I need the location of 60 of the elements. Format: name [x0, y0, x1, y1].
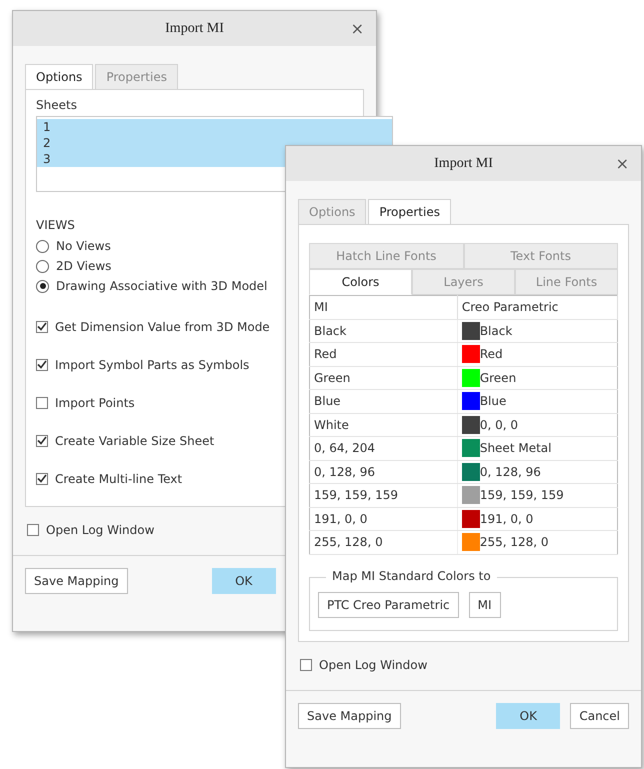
- table-cell: 255, 128, 0: [480, 535, 549, 550]
- checkbox[interactable]: [36, 434, 48, 447]
- table-cell: 255, 128, 0: [314, 535, 383, 550]
- checkbox[interactable]: [27, 524, 39, 536]
- dialog-button[interactable]: Save Mapping: [25, 568, 128, 594]
- dialog-button[interactable]: Save Mapping: [298, 702, 401, 728]
- checkbox-label: Create Multi-line Text: [55, 472, 182, 486]
- checkbox[interactable]: [36, 396, 48, 409]
- table-cell: Red: [480, 347, 503, 362]
- checkbox-label: Open Log Window: [46, 523, 154, 537]
- window-title: Import MI: [434, 156, 493, 172]
- table-cell: White: [314, 418, 349, 432]
- table-cell: 191, 0, 0: [480, 512, 534, 526]
- table-cell: Black: [314, 324, 346, 338]
- group-title: Map MI Standard Colors to: [326, 568, 497, 582]
- table-cell: 0, 128, 96: [314, 464, 376, 479]
- section-label: VIEWS: [36, 218, 76, 232]
- table-cell: 0, 128, 96: [480, 464, 541, 479]
- radio-button[interactable]: [36, 280, 49, 293]
- table-cell: 0, 0, 0: [480, 418, 518, 432]
- radio-label: 2D Views: [56, 259, 112, 274]
- radio-button[interactable]: [36, 260, 49, 273]
- table-cell: 0, 64, 204: [314, 441, 376, 456]
- table-cell: Green: [480, 370, 516, 385]
- ok-button[interactable]: OK: [496, 702, 560, 728]
- ok-button[interactable]: OK: [212, 568, 276, 594]
- checkbox[interactable]: [36, 320, 48, 333]
- tab[interactable]: Properties: [368, 199, 451, 224]
- table-cell: 159, 159, 159: [314, 488, 398, 502]
- checkbox[interactable]: [36, 358, 48, 371]
- table-cell: Sheet Metal: [480, 441, 552, 456]
- checkbox-label: Get Dimension Value from 3D Mode: [55, 320, 270, 334]
- map-button[interactable]: MI: [468, 592, 501, 618]
- checkbox[interactable]: [36, 472, 48, 485]
- table-cell: 159, 159, 159: [480, 488, 564, 502]
- table-cell: Red: [314, 347, 337, 362]
- checkbox-label: Import Points: [55, 396, 135, 410]
- checkbox-label: Open Log Window: [319, 658, 428, 672]
- close-button[interactable]: ×: [616, 154, 629, 173]
- map-button[interactable]: PTC Creo Parametric: [318, 592, 459, 618]
- section-label: Sheets: [36, 98, 78, 112]
- table-cell: Black: [480, 324, 512, 338]
- radio-label: No Views: [56, 239, 111, 254]
- checkbox-label: Create Variable Size Sheet: [55, 434, 214, 448]
- window-title: Import MI: [165, 20, 224, 36]
- column-header: MI: [310, 296, 458, 319]
- checkbox-label: Import Symbol Parts as Symbols: [55, 358, 250, 372]
- checkbox[interactable]: [300, 658, 312, 670]
- table-cell: Blue: [314, 394, 341, 408]
- list-item[interactable]: 1: [37, 119, 392, 135]
- table-cell: Green: [314, 370, 350, 385]
- close-button[interactable]: ×: [350, 19, 364, 38]
- dialog-button[interactable]: Cancel: [570, 702, 629, 728]
- radio-label: Drawing Associative with 3D Model: [56, 279, 268, 294]
- column-header: Creo Parametric: [457, 296, 618, 319]
- table-cell: 191, 0, 0: [314, 512, 368, 526]
- tab[interactable]: Colors: [309, 269, 412, 295]
- table-cell: Blue: [480, 394, 506, 408]
- tab[interactable]: Options: [25, 64, 94, 89]
- radio-button[interactable]: [36, 240, 49, 253]
